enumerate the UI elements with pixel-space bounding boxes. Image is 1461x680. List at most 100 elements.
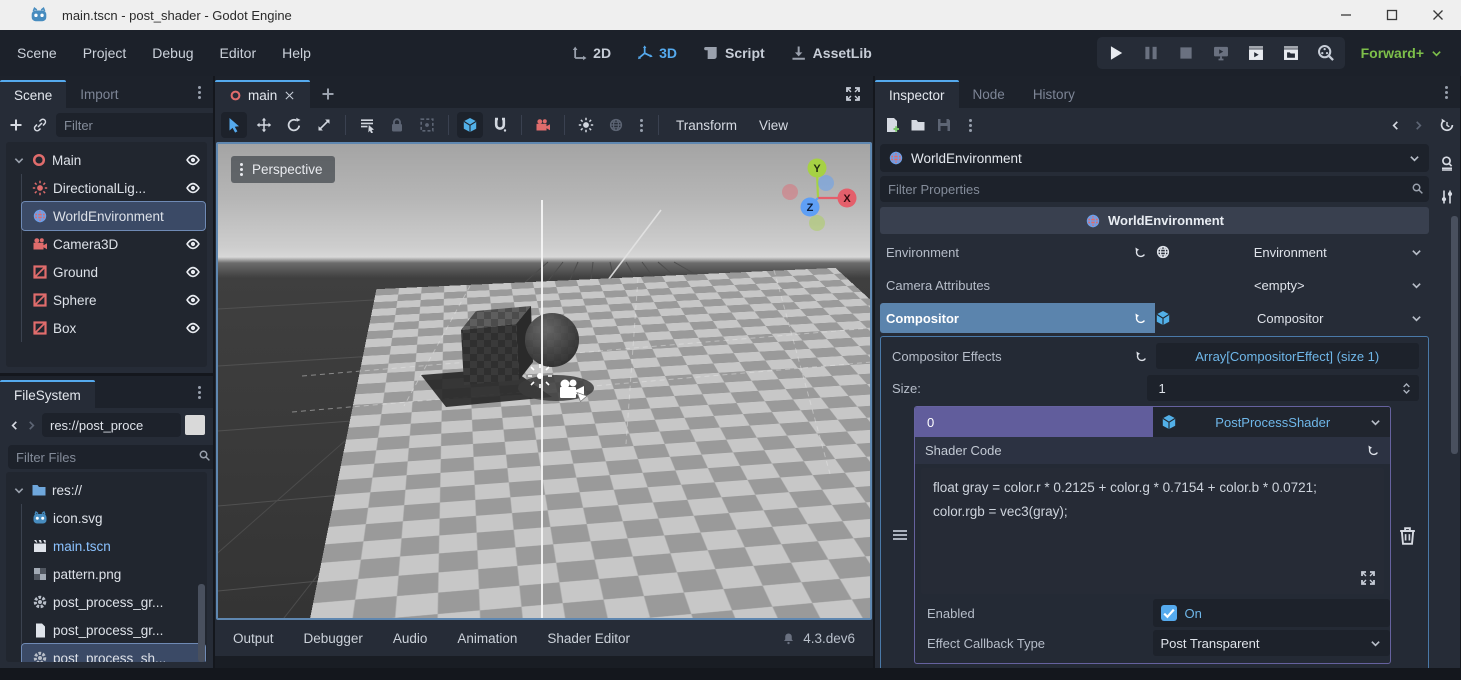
trash-icon[interactable]	[1398, 526, 1417, 545]
property-tools-icon[interactable]	[1439, 189, 1455, 205]
menu-editor[interactable]: Editor	[220, 45, 257, 61]
mode-3d[interactable]: 3D	[637, 45, 677, 61]
property-camera-attributes[interactable]: Camera Attributes <empty>	[880, 270, 1429, 300]
revert-icon[interactable]	[1134, 246, 1147, 259]
tab-node[interactable]: Node	[959, 80, 1019, 108]
property-filter-input[interactable]	[880, 176, 1429, 202]
tab-import[interactable]: Import	[66, 80, 132, 108]
tab-history[interactable]: History	[1019, 80, 1089, 108]
play-button[interactable]	[1107, 44, 1125, 62]
preview-environment-button[interactable]	[603, 112, 629, 138]
file-item-main-tscn[interactable]: main.tscn	[22, 532, 205, 560]
property-enabled[interactable]: Enabled On	[915, 599, 1390, 627]
dock-menu-icon[interactable]	[198, 91, 201, 94]
element-type-button[interactable]: PostProcessShader	[1153, 407, 1391, 437]
element-index[interactable]: 0	[915, 407, 1153, 437]
array-value-button[interactable]: Array[CompositorEffect] (size 1)	[1156, 343, 1420, 369]
current-path-input[interactable]	[42, 413, 181, 437]
scene-node-box[interactable]: Box	[22, 314, 205, 342]
close-tab-icon[interactable]	[283, 89, 296, 102]
save-resource-button[interactable]	[936, 117, 952, 133]
panel-animation[interactable]: Animation	[457, 631, 517, 646]
element-drag-handle[interactable]	[886, 406, 914, 664]
preview-sunlight-button[interactable]	[573, 112, 599, 138]
revert-icon[interactable]	[1135, 350, 1148, 363]
viewport-menu-icon[interactable]	[240, 168, 243, 171]
sun-env-menu-icon[interactable]	[640, 124, 643, 127]
edit-history-icon[interactable]	[1439, 117, 1455, 133]
edited-object-selector[interactable]: WorldEnvironment	[880, 144, 1429, 172]
play-custom-scene-button[interactable]	[1282, 44, 1300, 62]
pause-button[interactable]	[1142, 44, 1160, 62]
tab-scene[interactable]: Scene	[0, 80, 66, 108]
size-spinbox[interactable]: 1	[1147, 375, 1420, 401]
menu-debug[interactable]: Debug	[152, 45, 193, 61]
property-environment[interactable]: Environment Environment	[880, 237, 1429, 267]
file-preview-button[interactable]	[185, 415, 205, 435]
renderer-selector[interactable]: Forward+	[1361, 45, 1443, 61]
mode-script[interactable]: Script	[703, 45, 765, 61]
tab-inspector[interactable]: Inspector	[875, 80, 959, 108]
movie-maker-button[interactable]	[1317, 44, 1335, 62]
filesystem-scrollbar[interactable]	[198, 584, 205, 662]
file-filter-input[interactable]	[8, 445, 213, 469]
scene-node-camera3d[interactable]: Camera3D	[22, 230, 205, 258]
chevron-down-icon[interactable]	[12, 154, 26, 167]
expand-viewport-icon[interactable]	[845, 86, 861, 102]
visibility-eye-icon[interactable]	[185, 320, 201, 336]
enabled-checkbox[interactable]	[1161, 605, 1177, 621]
play-scene-button[interactable]	[1247, 44, 1265, 62]
resource-menu-icon[interactable]	[969, 124, 972, 127]
expand-code-icon[interactable]	[1360, 570, 1376, 586]
mode-2d[interactable]: 2D	[571, 45, 611, 61]
menu-project[interactable]: Project	[83, 45, 127, 61]
history-forward-icon[interactable]	[1412, 119, 1425, 132]
rotate-tool-button[interactable]	[281, 112, 307, 138]
chevron-down-icon[interactable]	[1410, 246, 1423, 259]
dock-menu-icon[interactable]	[198, 391, 201, 394]
new-tab-icon[interactable]	[320, 86, 336, 102]
nav-back-icon[interactable]	[8, 419, 21, 432]
projection-selector[interactable]: Perspective	[231, 156, 335, 183]
snap-button[interactable]	[487, 112, 513, 138]
move-tool-button[interactable]	[251, 112, 277, 138]
transform-menu[interactable]: Transform	[667, 118, 746, 133]
group-node-button[interactable]	[414, 112, 440, 138]
file-item-post-process-resource[interactable]: post_process_gr...	[22, 616, 205, 644]
revert-icon[interactable]	[1134, 312, 1147, 325]
property-array-size[interactable]: Size: 1	[886, 373, 1423, 403]
scene-tab-main[interactable]: main	[215, 80, 310, 108]
revert-icon[interactable]	[1367, 444, 1380, 457]
file-item-root[interactable]: res://	[8, 476, 205, 504]
scene-filter-input[interactable]	[56, 113, 213, 137]
property-effect-callback-type[interactable]: Effect Callback Type Post Transparent	[915, 629, 1390, 657]
list-select-button[interactable]	[354, 112, 380, 138]
instance-scene-button[interactable]	[32, 117, 48, 133]
menu-help[interactable]: Help	[282, 45, 311, 61]
chevron-down-icon[interactable]	[1410, 279, 1423, 292]
menu-scene[interactable]: Scene	[17, 45, 57, 61]
visibility-eye-icon[interactable]	[185, 152, 201, 168]
chevron-down-icon[interactable]	[12, 484, 26, 497]
file-item-icon-svg[interactable]: icon.svg	[22, 504, 205, 532]
category-worldenvironment[interactable]: WorldEnvironment	[880, 207, 1429, 234]
stepper-icon[interactable]	[1400, 382, 1413, 395]
stop-button[interactable]	[1177, 44, 1195, 62]
file-item-post-process-gdshader[interactable]: post_process_gr...	[22, 588, 205, 616]
scale-tool-button[interactable]	[311, 112, 337, 138]
tab-filesystem[interactable]: FileSystem	[0, 380, 95, 408]
property-compositor[interactable]: Compositor Compositor	[880, 303, 1429, 333]
visibility-eye-icon[interactable]	[185, 264, 201, 280]
visibility-eye-icon[interactable]	[185, 180, 201, 196]
local-space-button[interactable]	[457, 112, 483, 138]
viewport-3d[interactable]: Y X Z Perspective	[216, 142, 872, 620]
panel-audio[interactable]: Audio	[393, 631, 428, 646]
load-resource-button[interactable]	[910, 117, 926, 133]
inspector-scrollbar[interactable]	[1451, 216, 1458, 454]
history-back-icon[interactable]	[1389, 119, 1402, 132]
lock-node-button[interactable]	[384, 112, 410, 138]
maximize-button[interactable]	[1369, 0, 1415, 30]
select-tool-button[interactable]	[221, 112, 247, 138]
remote-debug-button[interactable]	[1212, 44, 1230, 62]
chevron-down-icon[interactable]	[1410, 312, 1423, 325]
